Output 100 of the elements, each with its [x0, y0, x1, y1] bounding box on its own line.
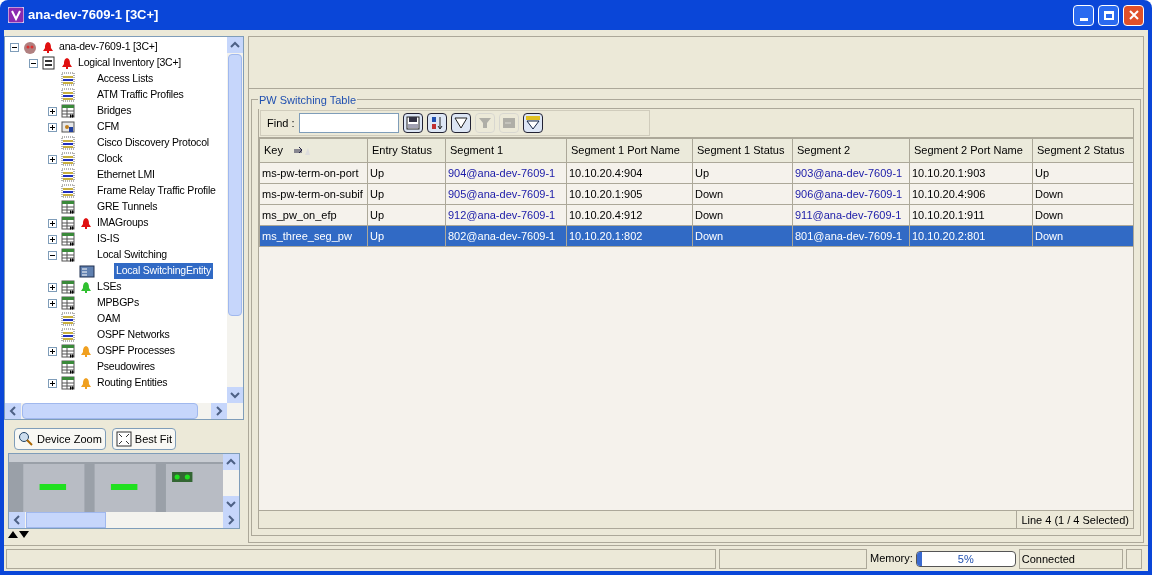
tree-item[interactable]: Bridges — [95, 103, 134, 119]
table-icon — [60, 375, 76, 391]
vertical-scrollbar[interactable] — [223, 454, 239, 512]
table-icon — [60, 247, 76, 263]
tree-item[interactable]: OSPF Networks — [95, 327, 172, 343]
tree-item[interactable]: IS-IS — [95, 231, 122, 247]
tree-item[interactable]: Local SwitchingEntity — [114, 263, 214, 279]
column-header[interactable]: Key — [259, 138, 368, 163]
status-field — [1125, 548, 1142, 569]
list-icon — [60, 327, 76, 343]
filter-icon[interactable] — [450, 113, 471, 133]
tree-item[interactable]: Cisco Discovery Protocol — [95, 135, 211, 151]
tree-item[interactable]: Access Lists — [95, 71, 155, 87]
close-button[interactable] — [1123, 4, 1144, 26]
expand-icon[interactable] — [48, 346, 57, 356]
table-cell: Up — [367, 225, 446, 247]
save-icon[interactable] — [402, 113, 423, 133]
scroll-down-button[interactable] — [223, 496, 239, 512]
tree-item[interactable]: Clock — [95, 151, 125, 167]
device-link[interactable]: 906@ana-dev-7609-1 — [792, 183, 910, 205]
tree-item[interactable]: CFM — [95, 119, 122, 135]
table-cell: 10.10.20.2:801 — [909, 225, 1033, 247]
tree-item[interactable]: LSEs — [95, 279, 124, 295]
tree-item[interactable]: MPBGPs — [95, 295, 141, 311]
find-field[interactable] — [298, 113, 399, 133]
fit-to-window-icon — [115, 431, 132, 447]
table-row[interactable]: ms-pw-term-on-subif Up 905@ana-dev-7609-1 10.10.20.1:905 Down 906@ana-dev-7609-1 10.10.20.4:906 Down — [259, 183, 1134, 205]
expand-icon[interactable] — [48, 154, 57, 164]
tree-item[interactable]: Routing Entities — [95, 375, 170, 391]
expand-icon[interactable] — [48, 378, 57, 388]
table-icon — [60, 199, 76, 215]
filter-settings-icon[interactable] — [522, 113, 543, 133]
collapse-icon[interactable] — [29, 58, 38, 68]
tree-item[interactable]: Local Switching — [95, 247, 169, 263]
column-header[interactable]: Entry Status — [367, 138, 446, 163]
horizontal-scrollbar[interactable] — [9, 512, 239, 528]
best-fit-button[interactable]: Best Fit — [111, 428, 177, 450]
horizontal-scrollbar[interactable] — [5, 403, 243, 419]
table-row[interactable]: ms-pw-term-on-port Up 904@ana-dev-7609-1 10.10.20.4:904 Up 903@ana-dev-7609-1 10.10.20.1:903 Up — [259, 162, 1134, 184]
find-label: Find : — [267, 115, 295, 131]
memory-meter: 5% — [915, 550, 1016, 567]
tree-item[interactable]: Ethernet LMI — [95, 167, 157, 183]
scroll-left-button[interactable] — [5, 403, 21, 419]
expand-icon[interactable] — [48, 122, 57, 132]
collapse-icon[interactable] — [10, 42, 19, 52]
scrollbar-thumb[interactable] — [228, 54, 242, 316]
tree-item[interactable]: Pseudowires — [95, 359, 157, 375]
scroll-left-button[interactable] — [9, 512, 25, 528]
expand-icon[interactable] — [48, 282, 57, 292]
tree-item[interactable]: ATM Traffic Profiles — [95, 87, 186, 103]
device-link[interactable]: 911@ana-dev-7609-1 — [792, 204, 910, 226]
tree-item[interactable]: OAM — [95, 311, 123, 327]
collapse-icon[interactable] — [48, 250, 57, 260]
expand-icon[interactable] — [48, 234, 57, 244]
expand-icon[interactable] — [48, 298, 57, 308]
sort-icon[interactable] — [426, 113, 447, 133]
table-cell: 10.10.20.1:903 — [909, 162, 1033, 184]
splitter-arrows-icon[interactable] — [8, 531, 30, 538]
table-cell: Up — [692, 162, 793, 184]
scrollbar-thumb[interactable] — [22, 403, 198, 419]
device-link[interactable]: 801@ana-dev-7609-1 — [792, 225, 910, 247]
device-link[interactable]: 912@ana-dev-7609-1 — [445, 204, 567, 226]
table-icon — [60, 295, 76, 311]
scroll-down-button[interactable] — [227, 387, 243, 403]
vertical-scrollbar[interactable] — [227, 37, 243, 403]
table-cell: 10.10.20.4:906 — [909, 183, 1033, 205]
device-zoom-button[interactable]: Device Zoom — [14, 428, 106, 450]
table-cell: Down — [1032, 183, 1134, 205]
table-cell: 10.10.20.1:911 — [909, 204, 1033, 226]
device-link[interactable]: 904@ana-dev-7609-1 — [445, 162, 567, 184]
column-header[interactable]: Segment 1 Port Name — [566, 138, 693, 163]
tree-item[interactable]: Frame Relay Traffic Profile — [95, 183, 218, 199]
scroll-up-button[interactable] — [227, 37, 243, 53]
expand-icon[interactable] — [48, 106, 57, 116]
expand-icon[interactable] — [48, 218, 57, 228]
tree-item[interactable]: Logical Inventory [3C+] — [76, 55, 184, 71]
tree-item[interactable]: ana-dev-7609-1 [3C+] — [57, 39, 160, 55]
column-header[interactable]: Segment 2 Status — [1032, 138, 1134, 163]
tree-item[interactable]: IMAGroups — [95, 215, 151, 231]
app-logo-icon — [8, 7, 24, 23]
scroll-right-button[interactable] — [223, 512, 239, 528]
device-link[interactable]: 903@ana-dev-7609-1 — [792, 162, 910, 184]
column-header[interactable]: Segment 2 — [792, 138, 910, 163]
table-row[interactable]: ms_pw_on_efp Up 912@ana-dev-7609-1 10.10.20.4:912 Down 911@ana-dev-7609-1 10.10.20.1:911 Down — [259, 204, 1134, 226]
column-header[interactable]: Segment 1 — [445, 138, 567, 163]
minimize-button[interactable] — [1073, 4, 1094, 26]
table-cell: 10.10.20.1:905 — [566, 183, 693, 205]
column-header[interactable]: Segment 1 Status — [692, 138, 793, 163]
table-row[interactable]: ms_three_seg_pw Up 802@ana-dev-7609-1 10.10.20.1:802 Down 801@ana-dev-7609-1 10.10.20.2:801 Down — [259, 225, 1134, 247]
device-link[interactable]: 905@ana-dev-7609-1 — [445, 183, 567, 205]
scroll-right-button[interactable] — [211, 403, 227, 419]
tree-item[interactable]: GRE Tunnels — [95, 199, 160, 215]
tree-item[interactable]: OSPF Processes — [95, 343, 177, 359]
scrollbar-thumb[interactable] — [26, 512, 106, 528]
sort-icon — [292, 145, 311, 156]
maximize-button[interactable] — [1098, 4, 1119, 26]
device-link[interactable]: 802@ana-dev-7609-1 — [445, 225, 567, 247]
column-header[interactable]: Segment 2 Port Name — [909, 138, 1033, 163]
table-icon — [60, 103, 76, 119]
scroll-up-button[interactable] — [223, 454, 239, 470]
